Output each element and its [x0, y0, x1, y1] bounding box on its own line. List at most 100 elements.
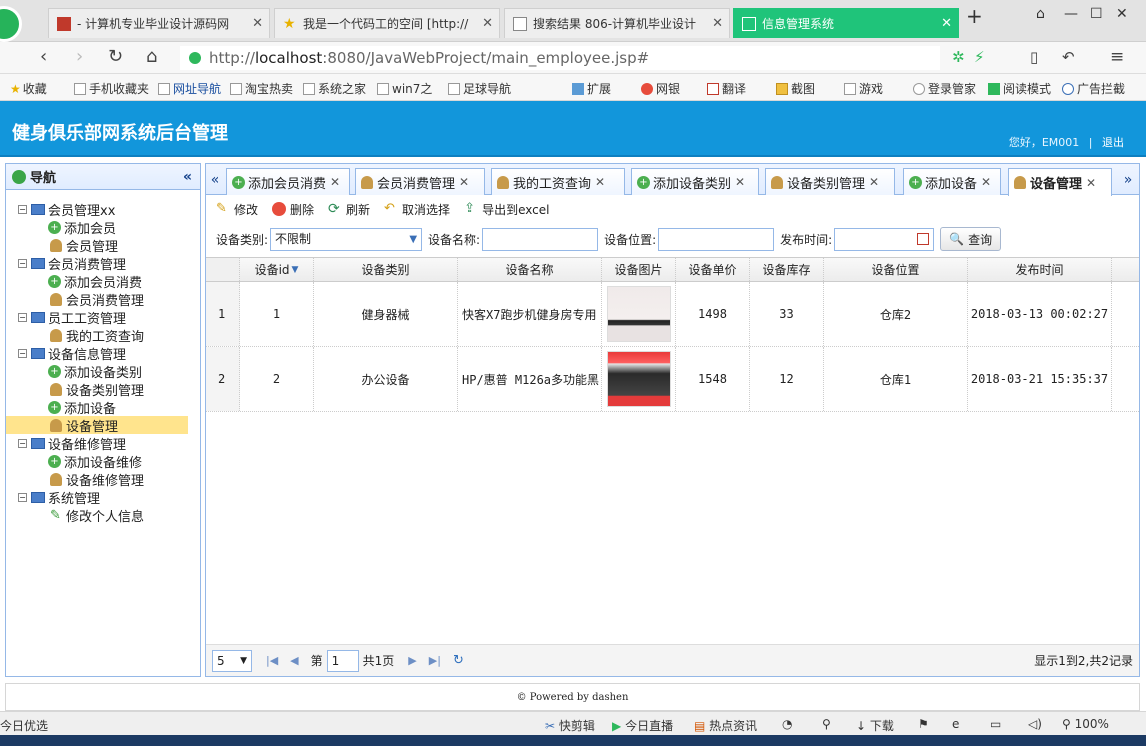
location-input[interactable]	[658, 227, 775, 251]
delete-button[interactable]: 删除	[272, 201, 314, 218]
column-header-location[interactable]: 设备位置	[824, 258, 968, 281]
close-tab-icon[interactable]: ✕	[459, 175, 469, 189]
undo-icon[interactable]: ↶	[1062, 48, 1075, 66]
tree-item-device-manage[interactable]: 设备管理	[6, 416, 188, 435]
tree-item-add-repair[interactable]: + 添加设备维修	[6, 452, 200, 471]
column-header-id[interactable]: 设备id ▼	[240, 258, 314, 281]
logout-link[interactable]: 退出	[1102, 136, 1124, 149]
bookmark-item[interactable]: 广告拦截	[1062, 80, 1125, 97]
speed-test-icon[interactable]: ◔	[782, 717, 792, 731]
browser-tab-1[interactable]: - 计算机专业毕业设计源码网 ✕	[48, 8, 270, 38]
close-tab-icon[interactable]: ✕	[1086, 176, 1096, 190]
close-tab-icon[interactable]: ✕	[330, 175, 340, 189]
calendar-icon[interactable]	[917, 232, 930, 245]
lightning-icon[interactable]: ⚡	[974, 48, 985, 66]
status-item[interactable]: ▤ 热点资讯	[694, 717, 757, 734]
column-header-category[interactable]: 设备类别	[314, 258, 458, 281]
cancel-select-button[interactable]: ↶ 取消选择	[384, 201, 450, 218]
menu-icon[interactable]: ≡	[1110, 47, 1124, 67]
column-header-stock[interactable]: 设备库存	[750, 258, 824, 281]
home-icon[interactable]: ⌂	[146, 46, 157, 67]
window-icon[interactable]: ▭	[990, 717, 1001, 731]
collapse-toggle-icon[interactable]: −	[18, 348, 27, 358]
status-item[interactable]: ▶ 今日直播	[612, 717, 673, 734]
tree-group-system[interactable]: − 系统管理	[6, 488, 200, 507]
column-header-time[interactable]: 发布时间	[968, 258, 1112, 281]
column-header-price[interactable]: 设备单价	[676, 258, 750, 281]
reload-icon[interactable]: ↻	[108, 46, 123, 67]
close-tab-icon[interactable]: ✕	[981, 175, 991, 189]
status-item[interactable]: ↓ 下载	[856, 717, 894, 734]
bookmark-item[interactable]: 截图	[776, 80, 815, 97]
tree-group-salary[interactable]: − 员工工资管理	[6, 308, 200, 327]
column-header-image[interactable]: 设备图片	[602, 258, 676, 281]
tab-device-type-manage[interactable]: 设备类别管理 ✕	[765, 168, 895, 195]
shirt-icon[interactable]: ⌂	[1036, 6, 1045, 22]
tree-group-repair[interactable]: − 设备维修管理	[6, 434, 200, 453]
bookmark-item[interactable]: 游戏	[844, 80, 883, 97]
refresh-button[interactable]: ⟳ 刷新	[328, 201, 370, 218]
forward-icon[interactable]: ›	[76, 46, 83, 67]
close-tab-icon[interactable]: ✕	[735, 175, 745, 189]
tree-group-member[interactable]: − 会员管理xx	[6, 200, 200, 219]
table-row[interactable]: 1 1 健身器械 快客X7跑步机健身房专用 1498 33 仓库2 2018-0…	[206, 282, 1139, 347]
reload-icon[interactable]: ↻	[453, 653, 464, 668]
export-button[interactable]: ⇪ 导出到excel	[464, 201, 549, 218]
page-number-input[interactable]: 1	[326, 649, 359, 672]
minimize-icon[interactable]: —	[1064, 6, 1078, 22]
tree-group-device[interactable]: − 设备信息管理	[6, 344, 200, 363]
browser-tab-3[interactable]: 搜索结果 806-计算机毕业设计 ✕	[504, 8, 730, 38]
maximize-icon[interactable]: ☐	[1090, 6, 1103, 22]
tree-item-add-consume[interactable]: + 添加会员消费	[6, 272, 200, 291]
table-row[interactable]: 2 2 办公设备 HP/惠普 M126a多功能黑 1548 12 仓库1 201…	[206, 347, 1139, 412]
status-item[interactable]: ✂ 快剪辑	[545, 717, 595, 734]
collapse-toggle-icon[interactable]: −	[18, 204, 27, 214]
collapse-toggle-icon[interactable]: −	[18, 312, 27, 322]
tree-item-edit-profile[interactable]: ✎ 修改个人信息	[6, 506, 200, 525]
tab-add-device-type[interactable]: + 添加设备类别 ✕	[631, 168, 759, 195]
bookmark-item[interactable]: 足球导航	[448, 80, 511, 97]
tab-scroll-left-icon[interactable]: «	[206, 168, 224, 194]
tree-item-add-member[interactable]: + 添加会员	[6, 218, 200, 237]
tab-scroll-right-icon[interactable]: »	[1119, 168, 1137, 194]
tree-group-consume[interactable]: − 会员消费管理	[6, 254, 200, 273]
back-icon[interactable]: ‹	[40, 46, 47, 67]
tab-my-salary[interactable]: 我的工资查询 ✕	[491, 168, 625, 195]
category-select[interactable]: 不限制 ▼	[270, 227, 423, 251]
tree-item-consume-manage[interactable]: 会员消费管理	[6, 290, 200, 309]
collapse-toggle-icon[interactable]: −	[18, 438, 27, 448]
bookmark-item[interactable]: ★ 收藏	[10, 80, 47, 97]
tree-item-add-device-type[interactable]: + 添加设备类别	[6, 362, 200, 381]
bookmark-item[interactable]: 淘宝热卖	[230, 80, 293, 97]
tab-consume-manage[interactable]: 会员消费管理 ✕	[355, 168, 485, 195]
browser-tab-2[interactable]: ★ 我是一个代码工的空间 [http:// ✕	[274, 8, 500, 38]
tab-add-consume[interactable]: + 添加会员消费 ✕	[226, 168, 350, 195]
collapse-toggle-icon[interactable]: −	[18, 258, 27, 268]
bookmark-item[interactable]: 登录管家	[913, 80, 976, 97]
bookmark-item[interactable]: 网银	[641, 80, 680, 97]
bookmark-item[interactable]: 翻译	[707, 80, 746, 97]
tree-item-add-device[interactable]: + 添加设备	[6, 398, 200, 417]
tree-item-my-salary[interactable]: 我的工资查询	[6, 326, 200, 345]
speed-icon[interactable]: ✲	[952, 48, 965, 66]
tree-item-repair-manage[interactable]: 设备维修管理	[6, 470, 200, 489]
close-tab-icon[interactable]: ✕	[482, 16, 493, 31]
bookmark-item[interactable]: 网址导航	[158, 80, 221, 97]
edit-button[interactable]: ✎ 修改	[216, 201, 258, 218]
name-input[interactable]	[482, 227, 599, 251]
bookmark-item[interactable]: 手机收藏夹	[74, 80, 149, 97]
tree-item-device-type-manage[interactable]: 设备类别管理	[6, 380, 200, 399]
bookmark-item[interactable]: win7之	[377, 80, 432, 97]
tab-device-manage[interactable]: 设备管理 ✕	[1008, 168, 1112, 196]
status-item[interactable]: ⚲ 100%	[1062, 717, 1109, 731]
new-tab-icon[interactable]: +	[966, 4, 983, 28]
bookmark-item[interactable]: 阅读模式	[988, 80, 1051, 97]
tab-add-device[interactable]: + 添加设备 ✕	[903, 168, 1001, 195]
status-left-text[interactable]: 今日优选	[0, 717, 48, 734]
last-page-icon[interactable]: ▶|	[429, 654, 441, 667]
url-field[interactable]: http://localhost:8080/JavaWebProject/mai…	[180, 46, 940, 70]
device-icon[interactable]: ▯	[1030, 48, 1038, 66]
pin-icon[interactable]: ⚲	[822, 717, 831, 731]
column-header-name[interactable]: 设备名称	[458, 258, 602, 281]
bookmark-item[interactable]: 扩展	[572, 80, 611, 97]
